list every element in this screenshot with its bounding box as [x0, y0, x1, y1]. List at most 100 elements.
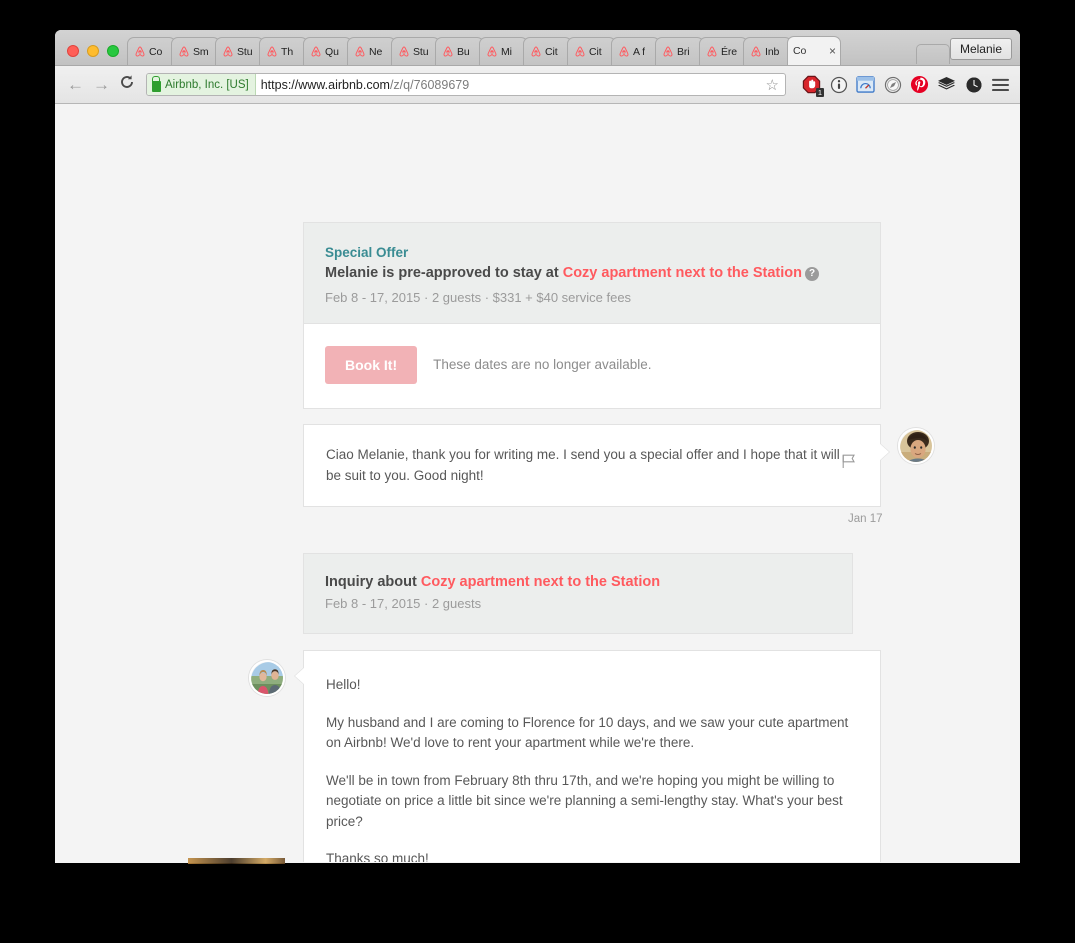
tab-label: Stu	[237, 45, 253, 58]
airbnb-belo-icon	[133, 45, 147, 59]
special-offer-header: Special Offer Melanie is pre-approved to…	[304, 223, 880, 324]
window-controls	[63, 45, 127, 65]
browser-tabs: Co Sm Stu Th Qu Ne Stu Bu Mi Cit Cit A f Bri Ére Inb Co…	[127, 36, 906, 65]
url-text[interactable]: https://www.airbnb.com/z/q/76089679	[256, 78, 760, 92]
profile-button[interactable]: Melanie	[949, 38, 1012, 60]
browser-tab[interactable]: Inb	[743, 37, 792, 65]
close-window-button[interactable]	[67, 45, 79, 57]
tab-label: Ne	[369, 45, 383, 58]
hamburger-menu-icon[interactable]	[991, 75, 1010, 94]
browser-tab[interactable]: Ne	[347, 37, 396, 65]
airbnb-belo-icon	[177, 45, 191, 59]
avatar-guest-photo	[251, 662, 283, 694]
pocket-clock-icon[interactable]	[964, 75, 983, 94]
pinterest-icon[interactable]	[910, 75, 929, 94]
host-message-timestamp: Jan 17	[848, 513, 883, 525]
browser-tab[interactable]: Stu	[391, 37, 440, 65]
info-circle-icon[interactable]	[829, 75, 848, 94]
tab-label: Bri	[677, 45, 690, 58]
browser-tab[interactable]: Cit	[523, 37, 572, 65]
help-question-icon[interactable]: ?	[805, 267, 819, 281]
bookmark-star-icon[interactable]: ☆	[760, 76, 785, 94]
browser-tab[interactable]: Ére	[699, 37, 748, 65]
buffer-layers-icon[interactable]	[937, 75, 956, 94]
forward-button[interactable]: →	[93, 76, 110, 93]
special-offer-title-prefix: Melanie is pre-approved to stay at	[325, 265, 563, 281]
browser-tab[interactable]: Th	[259, 37, 308, 65]
browser-tab[interactable]: A f	[611, 37, 660, 65]
inquiry-listing-link[interactable]: Cozy apartment next to the Station	[421, 574, 660, 590]
listing-link[interactable]: Cozy apartment next to the Station	[563, 265, 802, 281]
book-it-button[interactable]: Book It!	[325, 345, 418, 384]
special-offer-label: Special Offer	[325, 245, 409, 260]
inquiry-details: Feb 8 - 17, 2015 · 2 guests	[325, 596, 482, 611]
airbnb-belo-icon	[661, 45, 675, 59]
unavailable-note: These dates are no longer available.	[433, 357, 652, 373]
back-button[interactable]: ←	[67, 76, 84, 93]
tab-label: Sm	[193, 45, 209, 58]
browser-toolbar: ← → Airbnb, Inc. [US] https://www.airbnb…	[55, 66, 1020, 104]
browser-window: Co Sm Stu Th Qu Ne Stu Bu Mi Cit Cit A f Bri Ére Inb Co…	[55, 30, 1020, 863]
message-paragraph: We'll be in town from February 8th thru …	[326, 772, 843, 829]
reload-button[interactable]	[119, 74, 135, 95]
lock-icon	[152, 75, 161, 92]
airbnb-belo-icon	[353, 45, 367, 59]
tab-label: Mi	[501, 45, 512, 58]
special-offer-details: Feb 8 - 17, 2015 · 2 guests · $331 + $40…	[325, 289, 632, 305]
page-content: Special Offer Melanie is pre-approved to…	[55, 104, 1020, 862]
inquiry-title-prefix: Inquiry about	[325, 574, 421, 590]
tab-strip: Co Sm Stu Th Qu Ne Stu Bu Mi Cit Cit A f Bri Ére Inb Co…	[55, 30, 1020, 66]
browser-tab[interactable]: Bu	[435, 37, 484, 65]
inquiry-title: Inquiry about Cozy apartment next to the…	[325, 574, 831, 590]
avatar-guest[interactable]	[249, 660, 285, 696]
airbnb-belo-icon	[707, 46, 717, 56]
tab-label: Qu	[325, 45, 339, 58]
message-paragraph: My husband and I are coming to Florence …	[326, 714, 849, 751]
browser-tab[interactable]: Cit	[567, 37, 616, 65]
special-offer-title: Melanie is pre-approved to stay at Cozy …	[325, 264, 858, 284]
bubble-tail-fill	[295, 667, 305, 685]
airbnb-belo-icon	[749, 45, 763, 59]
flag-icon[interactable]	[841, 453, 858, 476]
new-tab-button[interactable]	[915, 44, 950, 64]
browser-tab-active[interactable]: Co ×	[787, 36, 841, 65]
message-paragraph: Hello!	[326, 677, 361, 692]
tab-label: Inb	[765, 45, 780, 58]
special-offer-card: Special Offer Melanie is pre-approved to…	[303, 222, 881, 409]
desktop-background-sliver	[188, 858, 285, 864]
host-message-bubble: Ciao Melanie, thank you for writing me. …	[303, 424, 890, 508]
close-tab-icon[interactable]: ×	[829, 44, 836, 58]
minimize-window-button[interactable]	[87, 45, 99, 57]
maximize-window-button[interactable]	[107, 45, 119, 57]
airbnb-belo-icon	[265, 45, 279, 59]
ev-certificate-badge[interactable]: Airbnb, Inc. [US]	[147, 74, 256, 95]
airbnb-belo-icon	[619, 46, 629, 56]
airbnb-belo-icon	[397, 45, 411, 59]
host-message-text: Ciao Melanie, thank you for writing me. …	[326, 447, 840, 483]
adblock-badge-count: 1	[815, 88, 824, 97]
browser-tab[interactable]: Mi	[479, 37, 528, 65]
adblock-icon[interactable]: 1	[802, 75, 824, 97]
tab-label: Th	[281, 45, 294, 58]
address-bar[interactable]: Airbnb, Inc. [US] https://www.airbnb.com…	[146, 73, 786, 96]
airbnb-belo-icon	[443, 46, 453, 56]
tab-label: Bu	[457, 45, 470, 58]
reload-icon	[121, 75, 133, 88]
compass-icon[interactable]	[883, 75, 902, 94]
window-speed-icon[interactable]	[856, 75, 875, 94]
browser-tab[interactable]: Bri	[655, 37, 704, 65]
url-origin: https://www.airbnb.com	[260, 77, 390, 92]
tab-label: Co	[793, 45, 807, 57]
browser-tab[interactable]: Sm	[171, 37, 220, 65]
tab-label: Co	[149, 45, 163, 58]
browser-tab[interactable]: Stu	[215, 37, 264, 65]
inquiry-card: Inquiry about Cozy apartment next to the…	[303, 553, 853, 634]
airbnb-belo-icon	[529, 45, 543, 59]
airbnb-belo-icon	[221, 45, 235, 59]
avatar-host[interactable]	[898, 428, 934, 464]
airbnb-belo-icon	[179, 46, 189, 56]
browser-tab[interactable]: Co	[127, 37, 176, 65]
airbnb-belo-icon	[399, 46, 409, 56]
browser-tab[interactable]: Qu	[303, 37, 352, 65]
airbnb-belo-icon	[573, 45, 587, 59]
